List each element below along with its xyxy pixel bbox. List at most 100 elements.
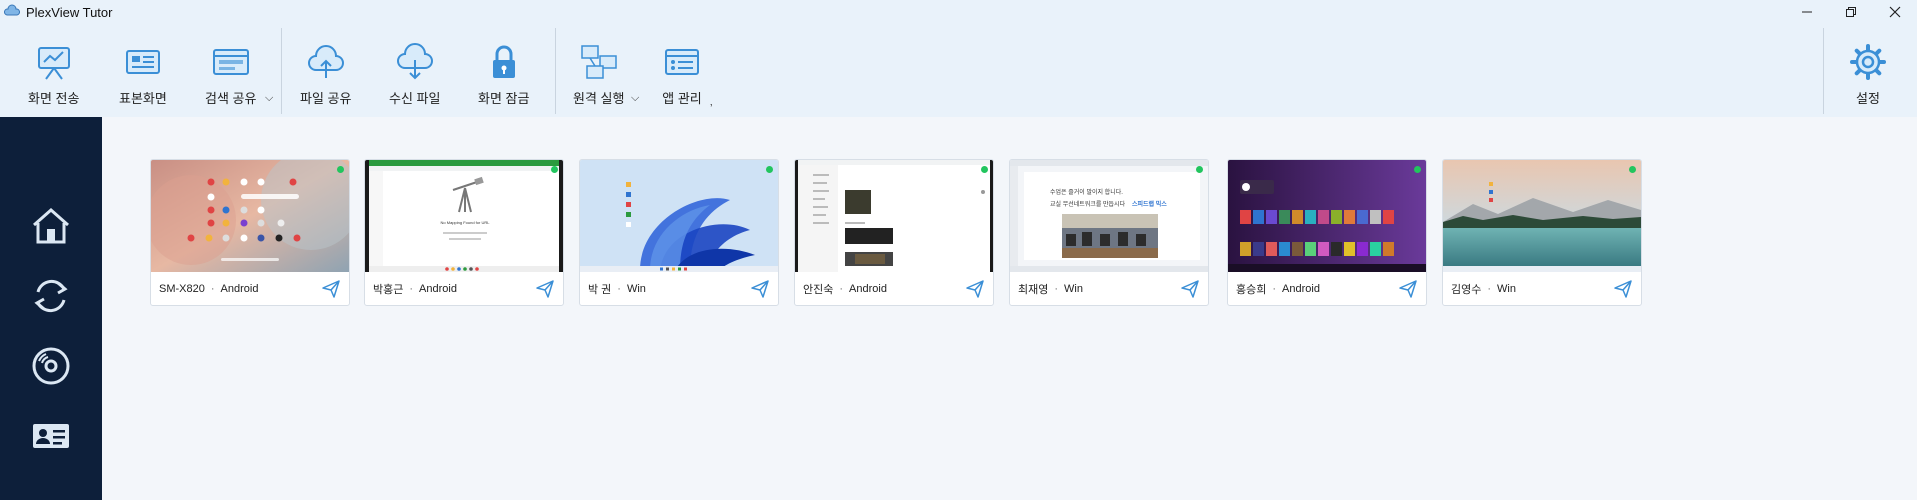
settings-label: 설정 [1856, 91, 1880, 106]
device-os: Android [220, 282, 259, 295]
window-title: PlexView Tutor [26, 4, 113, 20]
app-manage-dropdown-icon[interactable]: ‚ [710, 96, 712, 108]
device-card[interactable]: SM-X820 · Android [150, 159, 350, 306]
slide-text: 교실 무선네트워크를 만듭시다 [1050, 200, 1126, 208]
screen-lock-label: 화면 잠금 [478, 91, 530, 106]
screen-thumbnail[interactable]: 수업은 즐거이 말이지 합니다. 교실 무선네트워크를 만듭시다 스피드랩 믹스 [1010, 160, 1208, 272]
screen-lock-button[interactable]: 화면 잠금 [478, 42, 529, 107]
separator-dot: · [210, 282, 215, 295]
device-card[interactable]: 박 권 · Win [579, 159, 779, 306]
online-status-indicator [1196, 166, 1203, 173]
separator-dot: · [1487, 282, 1492, 295]
toolbar-separator [555, 28, 556, 114]
screen-thumbnail[interactable] [1228, 160, 1426, 272]
device-name: SM-X820 [159, 282, 205, 295]
title-bar: PlexView Tutor [0, 0, 1917, 24]
send-icon[interactable] [1180, 279, 1200, 299]
online-status-indicator [337, 166, 344, 173]
minimize-button[interactable] [1785, 0, 1829, 24]
screen-thumbnail[interactable] [151, 160, 349, 272]
screen-send-label: 화면 전송 [28, 91, 80, 106]
file-share-button[interactable]: 파일 공유 [300, 42, 351, 107]
device-name: 박홍근 [373, 283, 404, 296]
sample-screen-label: 표본화면 [119, 91, 167, 106]
screen-send-icon [37, 47, 70, 80]
contact-card-icon[interactable] [30, 415, 72, 457]
device-name: 김영수 [1451, 283, 1482, 296]
gear-icon [1850, 44, 1886, 80]
received-files-label: 수신 파일 [389, 91, 441, 106]
online-status-indicator [766, 166, 773, 173]
device-card[interactable]: 김영수 · Win [1442, 159, 1642, 306]
device-os: Win [1497, 282, 1516, 295]
search-share-icon [212, 49, 249, 75]
device-os: Android [419, 282, 457, 295]
close-button[interactable] [1873, 0, 1917, 24]
cloud-download-icon [396, 43, 433, 80]
app-manage-label: 앱 관리 [662, 91, 702, 106]
separator-dot: · [1272, 282, 1277, 295]
received-files-button[interactable]: 수신 파일 [389, 42, 440, 107]
send-icon[interactable] [535, 279, 555, 299]
screen-thumbnail[interactable] [795, 160, 993, 272]
cloud-upload-icon [307, 45, 344, 78]
slide-text: 수업은 즐거이 말이지 합니다. [1050, 188, 1123, 196]
screen-thumbnail[interactable]: No Mapping Found for URL [365, 160, 563, 272]
device-os: Android [1282, 282, 1320, 295]
screen-thumbnail[interactable] [1443, 160, 1641, 272]
send-icon[interactable] [1613, 279, 1633, 299]
device-card[interactable]: 홍승희 · Android [1227, 159, 1427, 306]
settings-button[interactable]: 설정 [1848, 42, 1888, 107]
send-icon[interactable] [750, 279, 770, 299]
sample-screen-icon [125, 50, 160, 74]
send-icon[interactable] [321, 279, 341, 299]
online-status-indicator [1629, 166, 1636, 173]
remote-run-icon [580, 45, 617, 79]
device-name: 안진숙 [803, 283, 834, 296]
toolbar-separator [1823, 28, 1824, 114]
app-logo-icon [4, 4, 20, 16]
remote-run-dropdown-icon[interactable]: ⌵ [631, 92, 639, 105]
toolbar: 화면 전송 표본화면 검색 공유 ⌵ 파일 공유 수신 파일 화면 잠금 원격 … [0, 24, 1917, 117]
app-manage-icon [665, 49, 699, 75]
remote-run-button[interactable]: 원격 실행 [573, 42, 624, 107]
separator-dot: · [839, 282, 844, 295]
device-os: Win [1064, 282, 1083, 295]
screen-send-button[interactable]: 화면 전송 [28, 42, 79, 107]
restore-button[interactable] [1829, 0, 1873, 24]
close-icon [1889, 6, 1901, 18]
minimize-icon [1802, 11, 1812, 13]
device-name: 최재영 [1018, 283, 1049, 296]
send-icon[interactable] [1398, 279, 1418, 299]
refresh-icon[interactable] [30, 275, 72, 317]
online-status-indicator [1414, 166, 1421, 173]
remote-run-label: 원격 실행 [573, 91, 625, 106]
restore-icon [1846, 7, 1856, 17]
device-grid: SM-X820 · Android No Mapping Found for U… [102, 117, 1917, 500]
separator-dot: · [1054, 282, 1059, 295]
search-share-dropdown-icon[interactable]: ⌵ [265, 92, 273, 105]
home-icon[interactable] [30, 205, 72, 247]
search-share-label: 검색 공유 [205, 91, 257, 106]
device-os: Win [626, 282, 646, 295]
online-status-indicator [551, 166, 558, 173]
file-share-label: 파일 공유 [300, 91, 352, 106]
sidebar [0, 117, 102, 500]
device-name: 박 권 [588, 283, 612, 296]
lock-icon [492, 45, 515, 78]
app-manage-button[interactable]: 앱 관리 [662, 42, 702, 107]
send-icon[interactable] [965, 279, 985, 299]
device-card[interactable]: No Mapping Found for URL 박홍근 · Android [364, 159, 564, 306]
online-status-indicator [981, 166, 988, 173]
search-share-button[interactable]: 검색 공유 [205, 42, 256, 107]
device-card[interactable]: 안진숙 · Android [794, 159, 994, 306]
device-os: Android [849, 282, 887, 295]
separator-dot: · [409, 282, 414, 295]
separator-dot: · [617, 282, 621, 295]
screen-thumbnail[interactable] [580, 160, 778, 272]
device-name: 홍승희 [1236, 283, 1267, 296]
sample-screen-button[interactable]: 표본화면 [119, 42, 167, 107]
disc-icon[interactable] [30, 345, 72, 387]
device-card[interactable]: 수업은 즐거이 말이지 합니다. 교실 무선네트워크를 만듭시다 스피드랩 믹스… [1009, 159, 1209, 306]
error-message: No Mapping Found for URL [441, 220, 491, 225]
